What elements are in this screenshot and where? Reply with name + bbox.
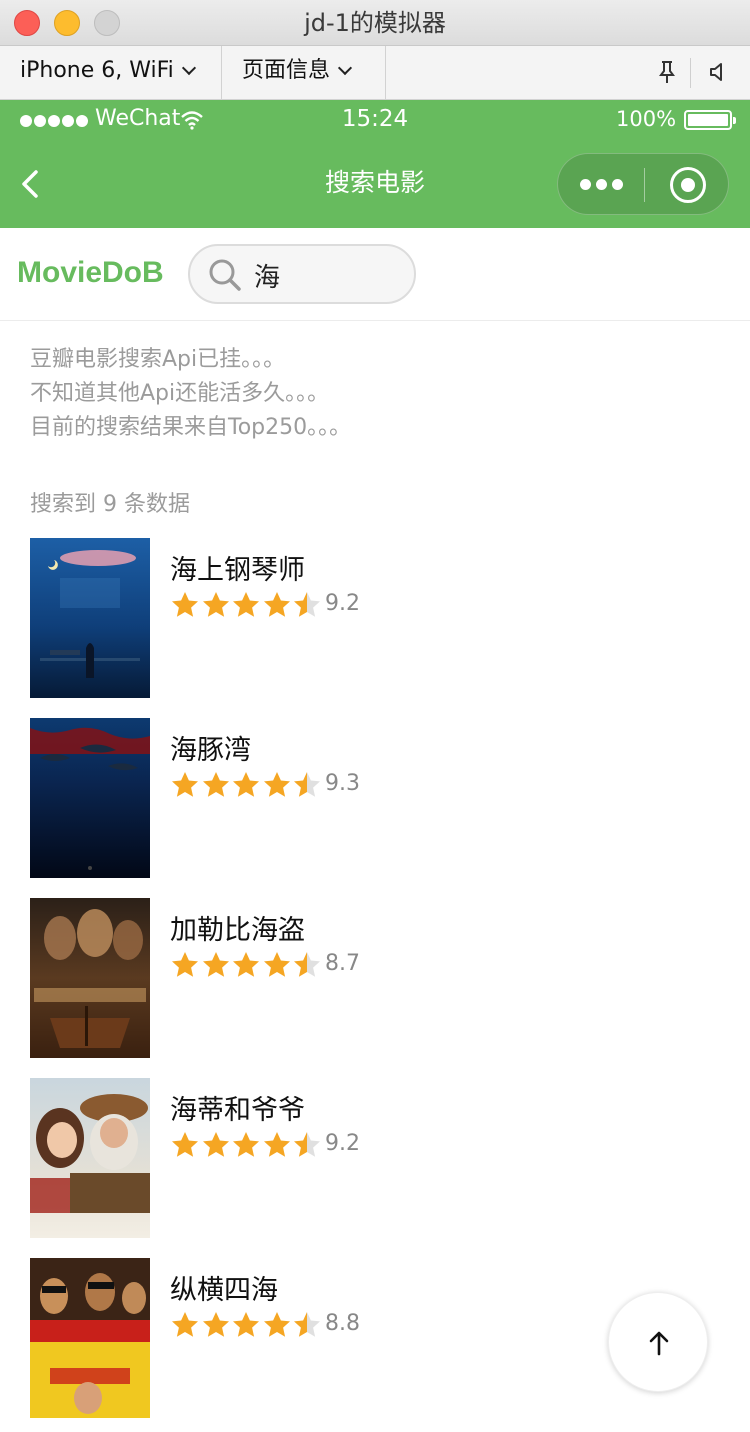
- arrow-up-icon: [649, 1331, 669, 1356]
- search-bar[interactable]: [188, 244, 416, 304]
- star-icon: [294, 592, 320, 617]
- capsule-divider: [644, 168, 645, 202]
- movie-title: 海豚湾: [170, 735, 251, 766]
- app-header: MovieDoB: [0, 228, 750, 321]
- movie-title: 海蒂和爷爷: [170, 1095, 305, 1126]
- speaker-icon[interactable]: [704, 58, 732, 86]
- movie-item[interactable]: 海上钢琴师 9.2: [30, 538, 720, 698]
- menu-capsule: [557, 153, 729, 215]
- star-icon: [172, 592, 198, 617]
- star-icon: [202, 1132, 229, 1157]
- star-icon: [202, 772, 229, 797]
- star-icon: [294, 772, 320, 797]
- star-icon: [233, 1132, 259, 1157]
- star-icon: [233, 952, 259, 977]
- movie-item[interactable]: 加勒比海盗 8.7: [30, 898, 720, 1058]
- movie-poster[interactable]: [30, 718, 150, 878]
- chevron-down-icon: [337, 60, 353, 76]
- pin-icon[interactable]: [653, 58, 681, 86]
- battery-icon: [684, 110, 736, 130]
- star-icon: [202, 952, 229, 977]
- search-icon: [209, 259, 241, 291]
- movie-poster[interactable]: [30, 1258, 150, 1418]
- device-select[interactable]: iPhone 6, WiFi: [0, 46, 222, 99]
- movie-poster[interactable]: [30, 1078, 150, 1238]
- result-count: 搜索到 9 条数据: [30, 492, 190, 517]
- status-bar: WeChat 15:24 100%: [0, 100, 750, 140]
- star-icon: [172, 772, 198, 797]
- window-title: jd-1的模拟器: [304, 9, 446, 37]
- rating-value: 9.2: [325, 591, 360, 616]
- toolbar-divider: [690, 58, 691, 88]
- star-icon: [263, 1132, 290, 1157]
- movie-poster[interactable]: [30, 898, 150, 1058]
- rating-value: 9.2: [325, 1131, 360, 1156]
- star-icon: [294, 952, 320, 977]
- movie-title: 加勒比海盗: [170, 915, 305, 946]
- simulator-toolbar: iPhone 6, WiFi 页面信息: [0, 46, 750, 100]
- notice-line: 不知道其他Api还能活多久。。。: [30, 381, 330, 406]
- back-to-top-button[interactable]: [608, 1292, 708, 1392]
- window-titlebar: jd-1的模拟器: [0, 0, 750, 46]
- rating-value: 9.3: [325, 771, 360, 796]
- page-info-select[interactable]: 页面信息: [222, 46, 386, 99]
- more-dots-icon[interactable]: [558, 154, 643, 216]
- star-icon: [294, 1312, 320, 1337]
- star-icon: [294, 1132, 320, 1157]
- search-input[interactable]: [254, 256, 404, 294]
- star-icon: [172, 1132, 198, 1157]
- star-icon: [263, 952, 290, 977]
- star-icon: [233, 772, 259, 797]
- notice-line: 目前的搜索结果来自Top250。。。: [30, 415, 352, 440]
- star-icon: [172, 952, 198, 977]
- star-icon: [263, 592, 290, 617]
- close-miniprogram-icon[interactable]: [670, 167, 706, 203]
- star-icon: [233, 592, 259, 617]
- brand-logo: MovieDoB: [17, 256, 164, 289]
- notice-line: 豆瓣电影搜索Api已挂。。。: [30, 347, 286, 372]
- star-icon: [263, 772, 290, 797]
- rating-value: 8.8: [325, 1311, 360, 1336]
- movie-title: 海上钢琴师: [170, 555, 305, 586]
- chevron-down-icon: [181, 60, 196, 76]
- star-icon: [202, 1312, 229, 1337]
- movie-item[interactable]: 海蒂和爷爷 9.2: [30, 1078, 720, 1238]
- movie-item[interactable]: 海豚湾 9.3: [30, 718, 720, 878]
- device-select-label: iPhone 6, WiFi: [20, 58, 174, 83]
- notice: 豆瓣电影搜索Api已挂。。。 不知道其他Api还能活多久。。。 目前的搜索结果来…: [30, 343, 720, 445]
- page-info-label: 页面信息: [242, 58, 331, 83]
- star-icon: [233, 1312, 259, 1337]
- movie-title: 纵横四海: [170, 1275, 278, 1306]
- battery-percent: 100%: [616, 107, 677, 131]
- rating-value: 8.7: [325, 951, 360, 976]
- movie-poster[interactable]: [30, 538, 150, 698]
- star-icon: [202, 592, 229, 617]
- star-icon: [263, 1312, 290, 1337]
- nav-bar: 搜索电影: [0, 140, 750, 228]
- star-icon: [172, 1312, 198, 1337]
